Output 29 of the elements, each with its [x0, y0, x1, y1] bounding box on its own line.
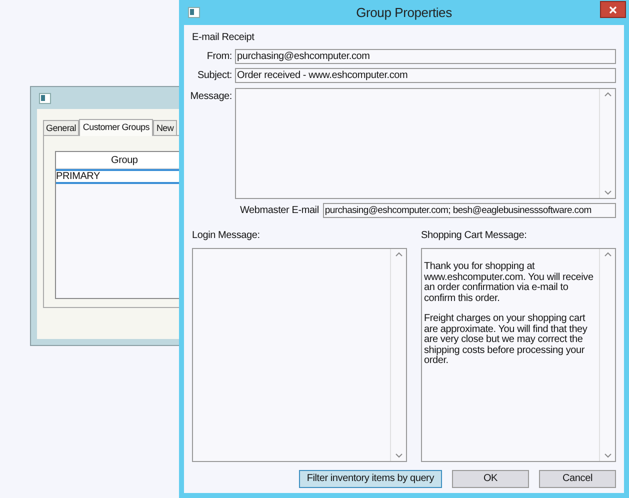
- app-icon: [39, 92, 51, 104]
- dialog-button[interactable]: Filter inventory items by query: [298, 470, 442, 488]
- close-button[interactable]: [600, 1, 626, 18]
- message-field[interactable]: [235, 88, 616, 199]
- field-label: Subject:: [197, 69, 232, 83]
- section-title: E-mail Receipt: [192, 31, 256, 44]
- input-field[interactable]: purchasing@eshcomputer.com; besh@eaglebusinesssoftware.com: [322, 203, 616, 218]
- cart-message-field[interactable]: [421, 248, 616, 462]
- login-message-field[interactable]: [192, 248, 407, 462]
- input-field[interactable]: Order received - www.eshcomputer.com: [235, 68, 616, 83]
- field-label: Shopping Cart Message:: [421, 229, 528, 242]
- field-label: Webmaster E-mail: [240, 204, 320, 218]
- field-label: Message:: [190, 90, 232, 104]
- message-paragraph: Freight charges on your shopping cart are approximate. You will find that they are very close but we may correct the shipping costs before processing your order.: [424, 314, 588, 366]
- tab[interactable]: General: [43, 120, 79, 135]
- table-cell: PRIMARY: [56, 171, 100, 182]
- dialog-button[interactable]: OK: [452, 470, 529, 488]
- tab[interactable]: Customer Groups: [78, 119, 154, 136]
- window-title: Group Properties: [356, 4, 452, 22]
- column-header[interactable]: Group: [111, 152, 138, 168]
- tab[interactable]: New: [153, 120, 177, 135]
- table-row[interactable]: PRIMARY: [56, 169, 179, 184]
- close-icon[interactable]: [609, 6, 617, 14]
- field-label: Login Message:: [192, 229, 261, 242]
- input-field[interactable]: purchasing@eshcomputer.com: [235, 49, 616, 64]
- message-paragraph: Thank you for shopping at www.eshcomputer.com. You will receive an order confirmation via e-mail to confirm this order.: [424, 262, 594, 304]
- app-icon: [188, 7, 200, 18]
- dialog-button[interactable]: Cancel: [539, 470, 616, 488]
- field-label: From:: [206, 50, 232, 64]
